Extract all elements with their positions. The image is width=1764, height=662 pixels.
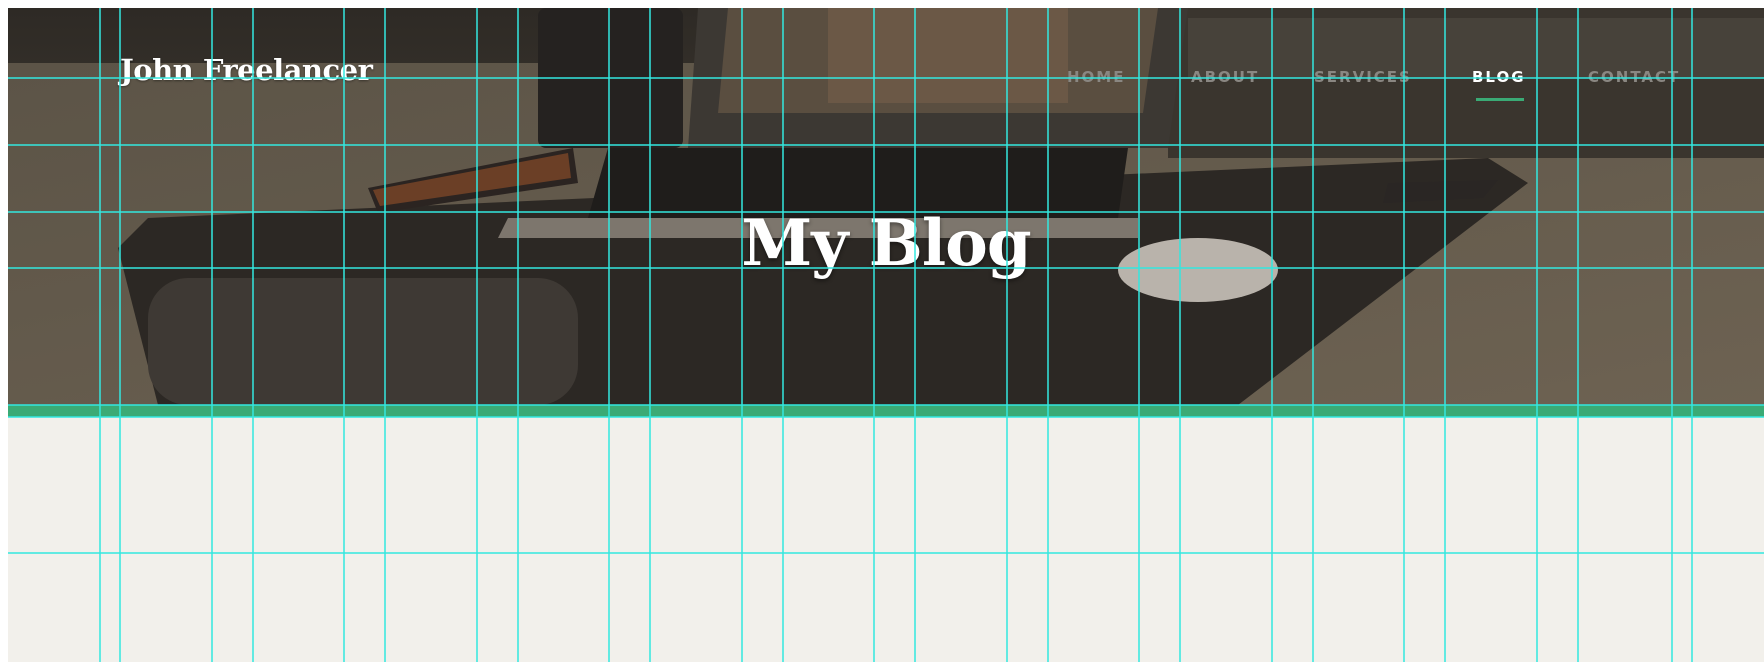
page-title: My Blog (741, 206, 1031, 281)
nav-about[interactable]: ABOUT (1191, 68, 1259, 86)
page-canvas: John Freelancer HOME ABOUT SERVICES BLOG… (8, 8, 1764, 662)
nav-home[interactable]: HOME (1067, 68, 1125, 86)
main-navigation: HOME ABOUT SERVICES BLOG CONTACT (8, 68, 1764, 108)
nav-blog[interactable]: BLOG (1472, 68, 1526, 86)
nav-services[interactable]: SERVICES (1314, 68, 1412, 86)
hero-banner: John Freelancer HOME ABOUT SERVICES BLOG… (8, 8, 1764, 405)
nav-contact[interactable]: CONTACT (1588, 68, 1680, 86)
accent-divider (8, 405, 1764, 417)
nav-active-underline (1476, 98, 1524, 101)
